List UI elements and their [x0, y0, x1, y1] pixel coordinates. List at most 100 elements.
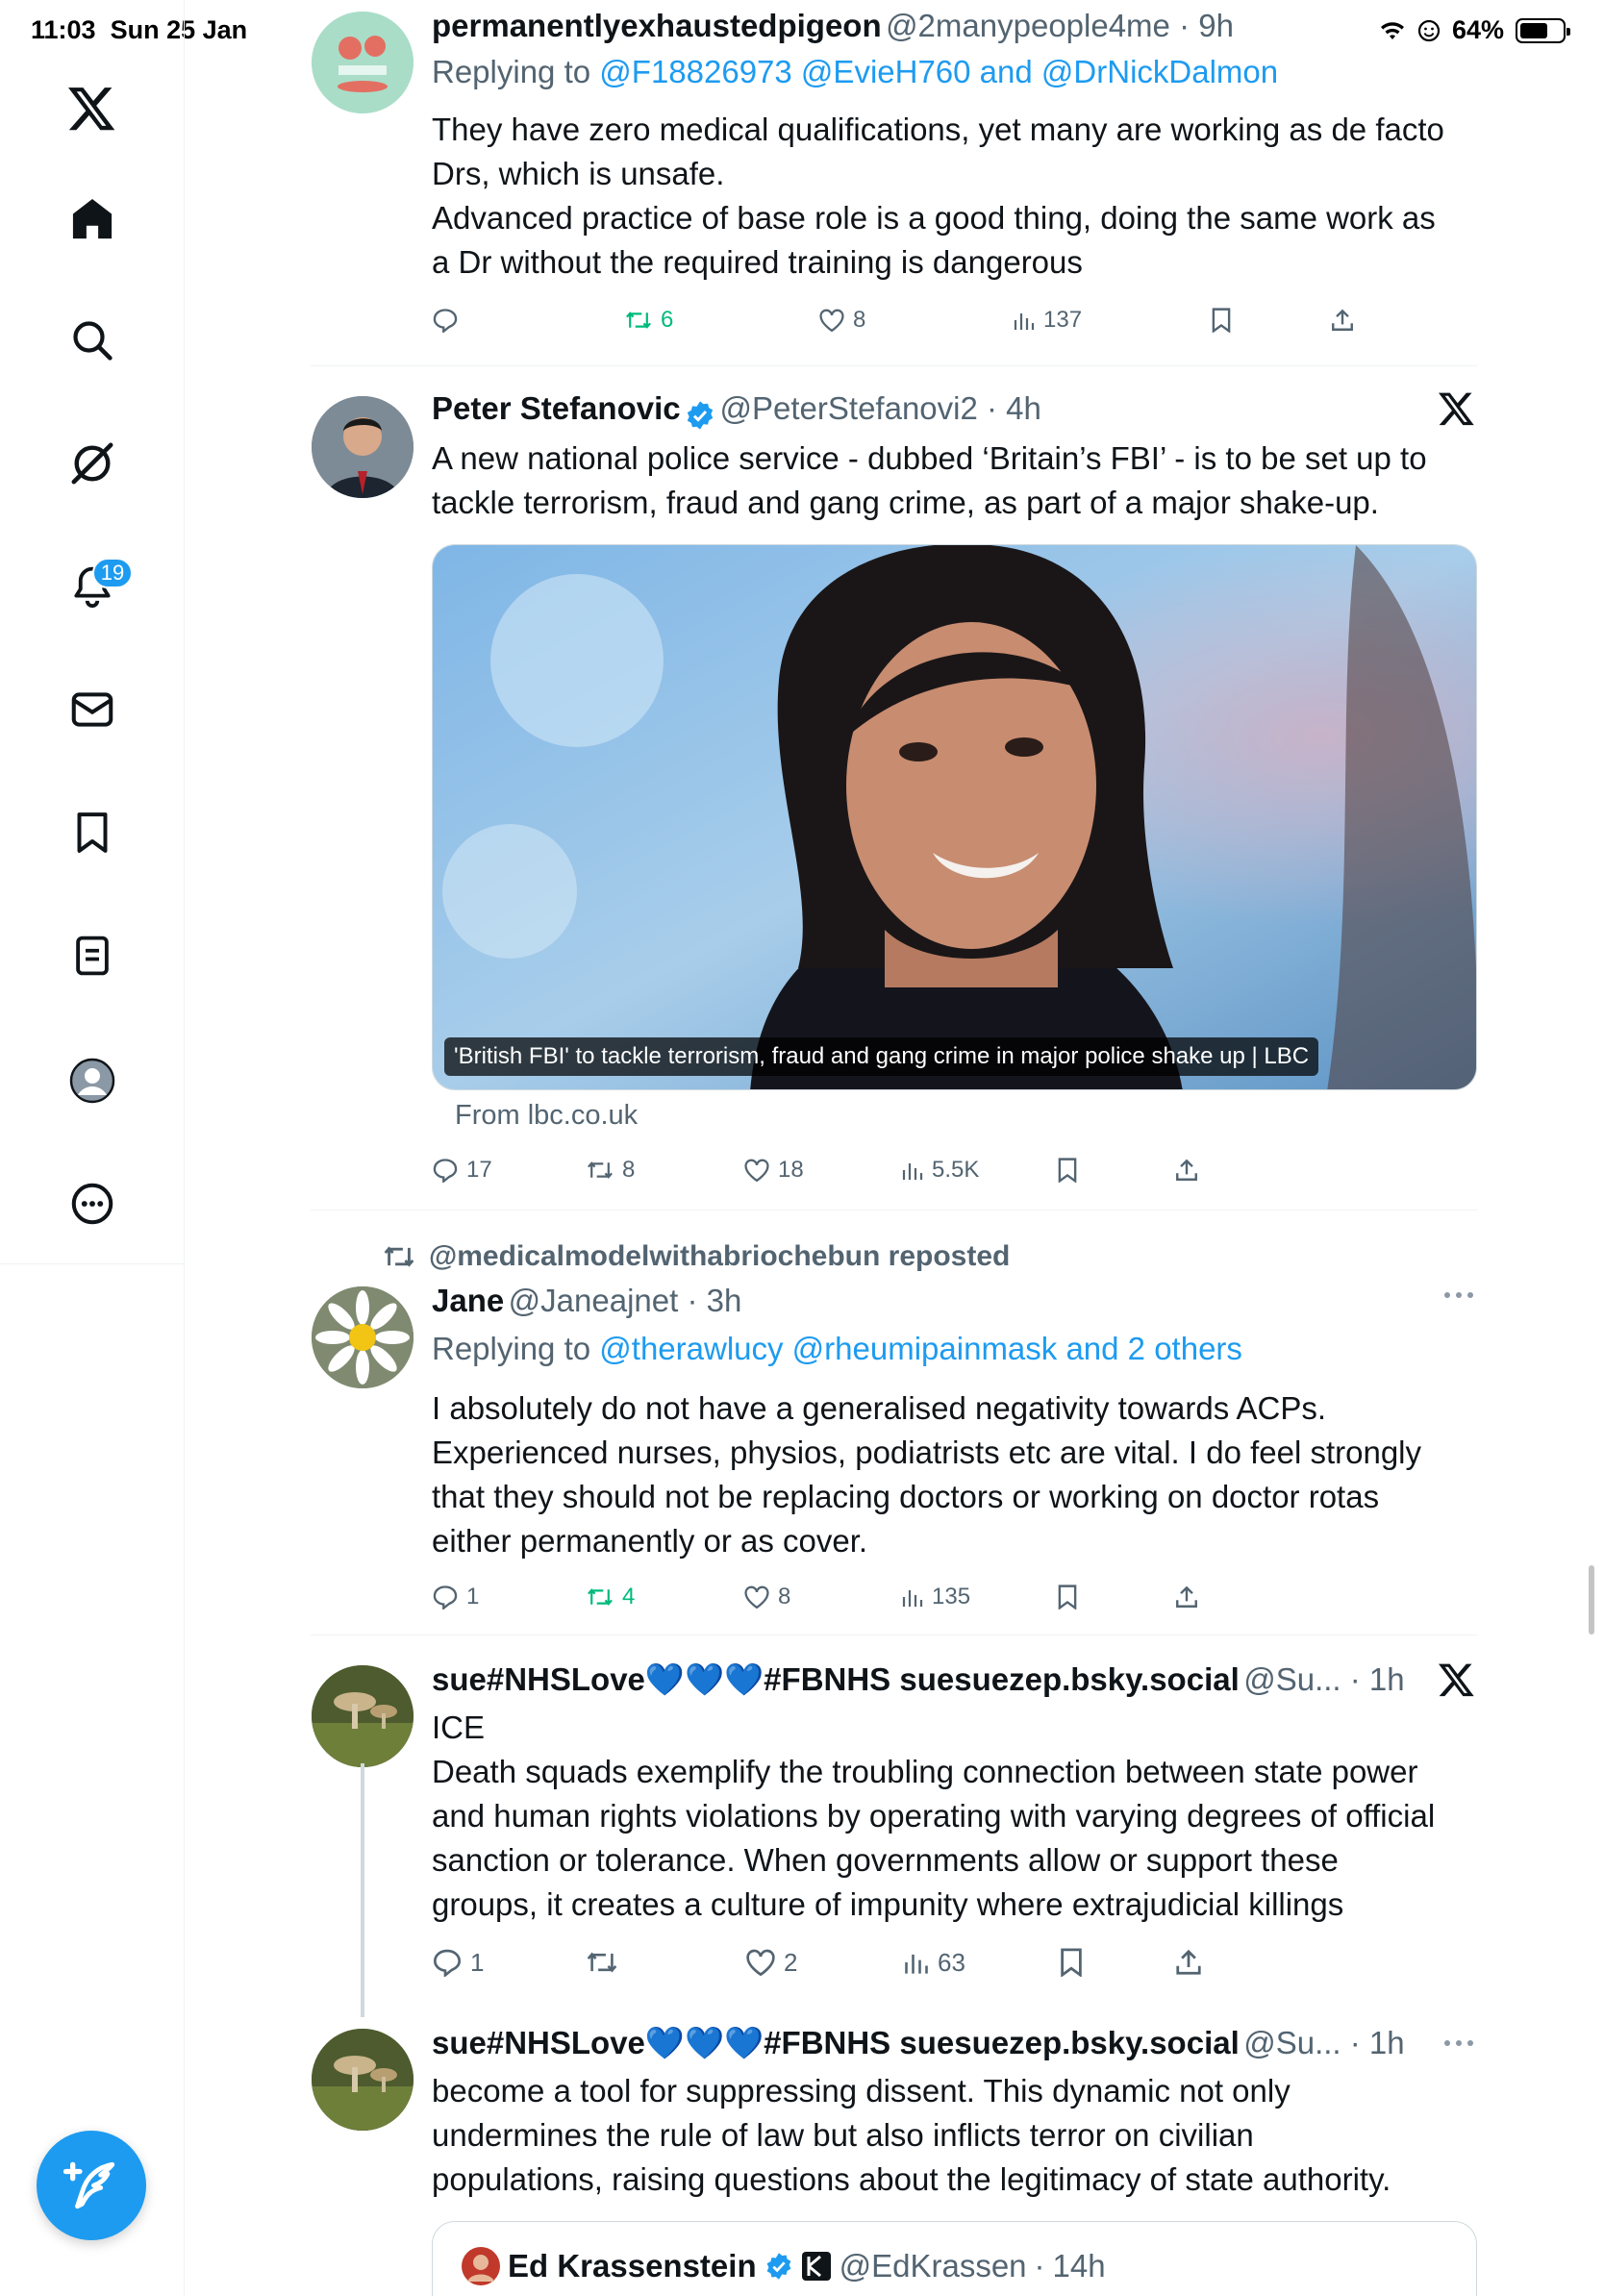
retweet-button[interactable]: 4	[586, 1584, 635, 1610]
retweet-icon	[588, 1161, 613, 1179]
bookmark-button[interactable]	[1057, 1158, 1078, 1183]
views-button[interactable]: 63	[903, 1948, 965, 1978]
tweet-text: I absolutely do not have a generalised n…	[432, 1386, 1490, 1563]
retweet-count: 6	[661, 307, 674, 333]
affiliate-badge-icon	[801, 2252, 831, 2281]
author-handle[interactable]: @2manypeople4me	[886, 8, 1170, 43]
profile-icon[interactable]	[56, 1044, 129, 1117]
quote-time[interactable]: 14h	[1053, 2248, 1106, 2284]
tweet-time[interactable]: 1h	[1369, 1661, 1405, 1697]
bookmark-button[interactable]	[1059, 1948, 1084, 1977]
bookmark-icon	[1058, 1585, 1077, 1610]
quote-author-name[interactable]: Ed Krassenstein	[508, 2248, 757, 2284]
quote-author-handle[interactable]: @EdKrassen	[840, 2248, 1027, 2284]
reply-icon	[433, 1949, 462, 1977]
avatar[interactable]	[312, 1665, 414, 1767]
reposted-by[interactable]: @medicalmodelwithabriochebun reposted	[429, 1240, 1010, 1273]
bookmark-button[interactable]	[1211, 308, 1232, 333]
bookmark-icon	[1212, 308, 1231, 333]
retweet-count: 8	[622, 1157, 636, 1183]
card-source[interactable]: From lbc.co.uk	[455, 1100, 638, 1132]
author-handle[interactable]: @Su...	[1243, 1661, 1341, 1697]
lists-icon[interactable]	[56, 919, 129, 992]
retweet-icon	[626, 312, 651, 329]
quoted-tweet-header: Ed Krassenstein @EdKrassen · 14h	[462, 2247, 1106, 2285]
avatar[interactable]	[312, 12, 414, 113]
like-button[interactable]: 8	[743, 1584, 790, 1610]
search-icon[interactable]	[56, 304, 129, 377]
views-icon	[902, 1163, 923, 1180]
x-source-icon[interactable]	[1439, 392, 1475, 432]
reply-icon	[433, 1585, 458, 1610]
grok-icon[interactable]	[56, 427, 129, 500]
reply-button[interactable]	[432, 308, 466, 333]
share-button[interactable]	[1174, 1948, 1203, 1977]
sidebar-divider	[0, 1263, 185, 1264]
retweet-button[interactable]: 6	[624, 307, 673, 334]
bookmarks-icon[interactable]	[56, 796, 129, 869]
tweet-line: I absolutely do not have a generalised n…	[432, 1390, 1327, 1426]
like-button[interactable]: 2	[745, 1948, 797, 1978]
views-icon	[905, 1954, 928, 1974]
reply-button[interactable]: 1	[432, 1948, 484, 1978]
reply-button[interactable]: 17	[432, 1157, 492, 1184]
avatar[interactable]	[312, 1286, 414, 1388]
notification-badge: 19	[92, 558, 133, 588]
tweet-time[interactable]: 1h	[1369, 2025, 1405, 2060]
views-button[interactable]: 137	[1013, 307, 1082, 334]
views-button[interactable]: 135	[901, 1584, 970, 1610]
author-handle[interactable]: @Janeajnet	[509, 1283, 679, 1318]
replying-mentions[interactable]: @therawlucy @rheumipainmask and 2 others	[599, 1331, 1242, 1366]
quoted-tweet[interactable]: Ed Krassenstein @EdKrassen · 14h	[432, 2221, 1477, 2296]
view-count: 135	[932, 1584, 971, 1610]
retweet-button[interactable]	[586, 1950, 626, 1975]
author-name[interactable]: sue#NHSLove💙💙💙#FBNHS suesuezep.bsky.soci…	[432, 1661, 1240, 1697]
tweet-time[interactable]: 4h	[1006, 390, 1041, 426]
retweet-button[interactable]: 8	[586, 1157, 635, 1184]
replying-mentions[interactable]: @F18826973 @EvieH760 and @DrNickDalmon	[599, 54, 1278, 89]
like-button[interactable]: 18	[743, 1157, 804, 1184]
tweet-line: undermines the rule of law but also infl…	[432, 2117, 1254, 2153]
avatar[interactable]	[312, 396, 414, 498]
more-options-icon[interactable]	[1442, 2036, 1475, 2055]
tweet-line: Death squads exemplify the troubling con…	[432, 1754, 1418, 1789]
share-button[interactable]	[1174, 1585, 1199, 1610]
messages-icon[interactable]	[56, 673, 129, 746]
scrollbar[interactable]	[1589, 1565, 1594, 1635]
tweet-time[interactable]: 9h	[1198, 8, 1234, 43]
author-handle[interactable]: @Su...	[1243, 2025, 1341, 2060]
share-button[interactable]	[1330, 308, 1355, 333]
views-button[interactable]: 5.5K	[901, 1157, 979, 1184]
bookmark-button[interactable]	[1057, 1585, 1078, 1610]
share-icon	[1176, 1159, 1197, 1181]
more-icon[interactable]	[56, 1167, 129, 1240]
x-source-icon[interactable]	[1439, 1663, 1475, 1703]
more-options-icon[interactable]	[1442, 1288, 1475, 1307]
share-button[interactable]	[1174, 1158, 1199, 1183]
tweet-time[interactable]: 3h	[707, 1283, 742, 1318]
bookmark-icon	[1061, 1948, 1082, 1977]
tweet-line: Experienced nurses, physios, podiatrists…	[432, 1435, 1422, 1470]
author-handle[interactable]: @PeterStefanovi2	[720, 390, 978, 426]
author-name[interactable]: Jane	[432, 1283, 504, 1318]
tweet-separator	[311, 365, 1477, 366]
home-icon[interactable]	[56, 183, 129, 256]
reply-button[interactable]: 1	[432, 1584, 479, 1610]
quote-avatar	[462, 2247, 500, 2285]
author-name[interactable]: permanentlyexhaustedpigeon	[432, 8, 882, 43]
link-card[interactable]: 'British FBI' to tackle terrorism, fraud…	[432, 544, 1477, 1090]
view-count: 5.5K	[932, 1157, 980, 1183]
author-name[interactable]: Peter Stefanovic	[432, 390, 681, 426]
heart-icon	[744, 1585, 769, 1609]
reply-icon	[433, 309, 458, 333]
compose-button[interactable]	[37, 2131, 146, 2240]
verified-badge-icon	[766, 2253, 790, 2280]
tweet-text: ICE Death squads exemplify the troubling…	[432, 1706, 1490, 1927]
repost-indicator: @medicalmodelwithabriochebun reposted	[383, 1240, 1010, 1273]
x-logo-icon[interactable]	[56, 73, 129, 146]
author-name[interactable]: sue#NHSLove💙💙💙#FBNHS suesuezep.bsky.soci…	[432, 2025, 1240, 2060]
replying-prefix: Replying to	[432, 1331, 591, 1366]
like-button[interactable]: 8	[818, 307, 865, 334]
view-count: 63	[938, 1947, 965, 1977]
avatar[interactable]	[312, 2029, 414, 2131]
